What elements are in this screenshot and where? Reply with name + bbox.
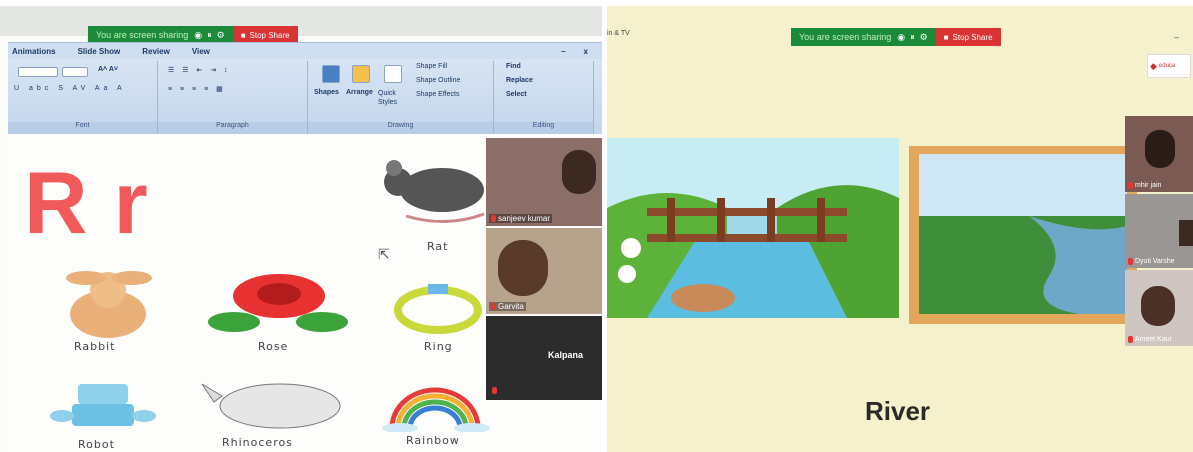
stop-share-button[interactable]: ■ Stop Share [935,28,1001,46]
video-tile-dyuti[interactable]: Dyuti Varshe [1125,194,1193,268]
shape-outline-button[interactable]: Shape Outline [416,77,460,84]
slide-letter: Rr [24,153,174,252]
label-rabbit: Rabbit [74,340,116,353]
video-tile-ameet[interactable]: Ameet Kaur [1125,270,1193,346]
editing-group-label: Editing [494,122,593,134]
quick-styles-button[interactable]: Quick Styles [378,89,408,107]
muted-mic-icon [1128,182,1133,189]
shapes-button[interactable]: Shapes [314,89,339,96]
label-rose: Rose [258,340,289,353]
cursor-icon: ⇱ [378,246,390,262]
ribbon-tabs: Animations Slide Show Review View – x [8,43,602,59]
align-icons[interactable]: ≡ ≡ ≡ ≡ ▦ [168,85,226,93]
drawing-group-label: Drawing [308,122,493,134]
label-rainbow: Rainbow [406,434,460,447]
tab-view[interactable]: View [192,47,210,56]
muted-mic-icon [491,303,496,310]
participant-face [1179,220,1193,246]
muted-mic-icon [492,387,497,394]
stop-icon: ■ [240,30,246,40]
participant-name: Kalpana [548,350,584,360]
cartoon-river-picture [607,138,899,318]
font-size-box[interactable] [62,67,88,77]
close-button[interactable]: x [584,47,588,56]
participant-face [498,240,548,296]
font-group-label: Font [8,122,157,134]
word-label: River [865,396,931,426]
font-group: A˄ A˅ U abc S AV Aa A Font [8,61,158,134]
robot-picture [50,384,156,426]
video-tile-mhir[interactable]: mhir jain [1125,116,1193,192]
rhinoceros-picture [201,383,341,429]
participant-face [1145,130,1175,168]
photo-river-picture [909,146,1137,324]
grow-font-icon[interactable]: A˄ A˅ [98,66,118,73]
minimize-button[interactable]: – [561,47,565,56]
share-status-text: You are screen sharing [799,32,892,42]
participant-face [1141,286,1175,326]
shape-fill-button[interactable]: Shape Fill [416,63,447,70]
editing-group: Find Replace Select Editing [494,61,594,134]
find-button[interactable]: Find [506,63,521,70]
paragraph-group: ☰ ☰ ⇤ ⇥ ↕ ≡ ≡ ≡ ≡ ▦ Paragraph [158,61,308,134]
video-tile-garvita[interactable]: Garvita [486,228,602,314]
window-title: in & TV [607,30,630,37]
muted-mic-icon [1128,258,1133,265]
share-status-text: You are screen sharing [96,30,189,40]
minimize-button[interactable]: – [1174,32,1179,42]
muted-mic-icon [491,215,496,222]
tab-slide-show[interactable]: Slide Show [78,47,121,56]
audio-icon[interactable]: ◉ [194,30,202,41]
left-screen-share: You are screen sharing ◉ ⏸ ⚙ ■ Stop Share A… [0,6,602,452]
replace-button[interactable]: Replace [506,77,533,84]
rose-picture [208,274,348,332]
muted-mic-icon [1128,336,1133,343]
quick-styles-icon[interactable] [384,65,402,83]
label-ring: Ring [424,340,453,353]
rainbow-picture [382,387,490,432]
tab-animations[interactable]: Animations [12,47,56,56]
gear-icon[interactable]: ⚙ [920,32,928,43]
drawing-group: Shapes Arrange Quick Styles Shape Fill S… [308,61,494,134]
audio-icon[interactable]: ◉ [897,32,905,43]
pause-icon[interactable]: ⏸ [207,30,212,41]
participant-name: Ameet Kaur [1135,336,1172,343]
arrange-icon[interactable] [352,65,370,83]
rat-picture [384,160,485,224]
shape-effects-button[interactable]: Shape Effects [416,91,459,98]
rabbit-picture [66,271,152,338]
right-screen-share: in & TV You are screen sharing ◉ ⏸ ⚙ ■ Stop… [607,6,1193,452]
participant-name: Garvita [498,302,524,311]
gear-icon[interactable]: ⚙ [217,30,225,41]
label-robot: Robot [78,438,115,451]
label-rhinoceros: Rhinoceros [222,436,293,449]
font-name-box[interactable] [18,67,58,77]
paragraph-group-label: Paragraph [158,122,307,134]
pause-icon[interactable]: ⏸ [910,32,915,43]
video-tile-kalpana[interactable]: Kalpana [486,316,602,400]
ring-picture [394,284,482,334]
brand-logo: ◆ educa [1147,54,1191,78]
font-format-icons[interactable]: U abc S AV Aa A [14,85,126,92]
list-icons[interactable]: ☰ ☰ ⇤ ⇥ ↕ [168,66,231,74]
powerpoint-ribbon: Animations Slide Show Review View – x A˄… [8,42,602,134]
participant-name: Dyuti Varshe [1135,258,1175,265]
participant-face [562,150,596,194]
label-rat: Rat [427,240,449,253]
arrange-button[interactable]: Arrange [346,89,373,96]
logo-mark-icon: ◆ [1150,60,1157,71]
select-button[interactable]: Select [506,91,527,98]
shapes-icon[interactable] [322,65,340,83]
participant-name: mhir jain [1135,182,1162,189]
right-share-bar: You are screen sharing ◉ ⏸ ⚙ ■ Stop Share [791,28,1001,46]
video-tile-sanjeev[interactable]: sanjeev kumar [486,138,602,226]
stop-icon: ■ [943,32,949,42]
participant-name: sanjeev kumar [498,214,551,223]
tab-review[interactable]: Review [142,47,170,56]
